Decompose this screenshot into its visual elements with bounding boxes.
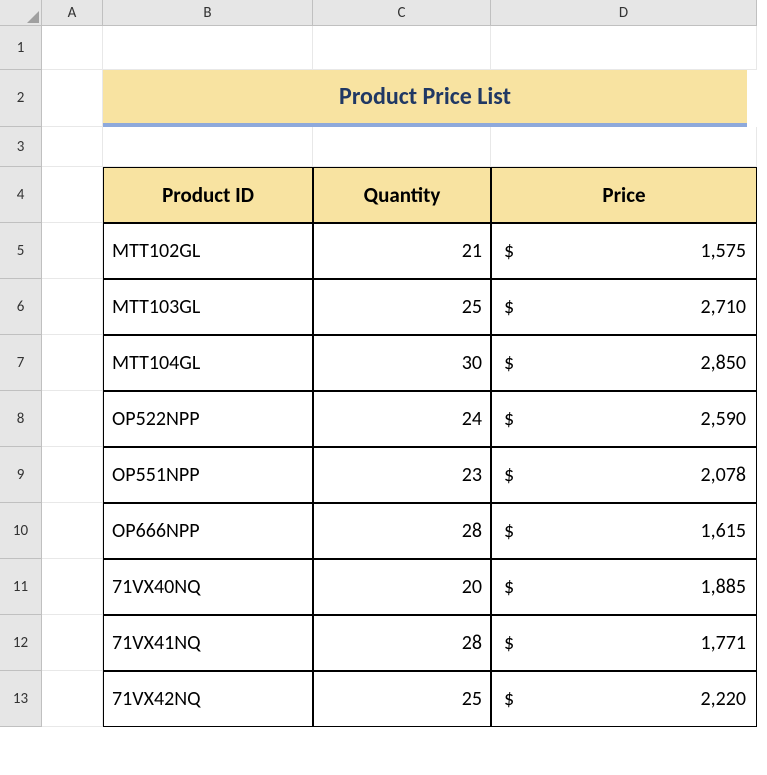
price-value: 1,885 <box>700 575 748 599</box>
currency-symbol: $ <box>500 351 514 375</box>
cell-d1[interactable] <box>491 26 757 70</box>
currency-symbol: $ <box>500 407 514 431</box>
col-header-c[interactable]: C <box>313 0 491 26</box>
row-header-12[interactable]: 12 <box>0 615 42 671</box>
price-value: 2,590 <box>700 407 748 431</box>
header-price[interactable]: Price <box>491 167 757 223</box>
header-quantity[interactable]: Quantity <box>313 167 491 223</box>
cell-quantity[interactable]: 24 <box>313 391 491 447</box>
price-value: 2,850 <box>700 351 748 375</box>
price-value: 2,220 <box>700 687 748 711</box>
cell-price[interactable]: $ 1,771 <box>491 615 757 671</box>
currency-symbol: $ <box>500 519 514 543</box>
cell-product-id[interactable]: 71VX41NQ <box>103 615 313 671</box>
title-cell[interactable]: Product Price List <box>103 70 747 127</box>
cell-product-id[interactable]: OP522NPP <box>103 391 313 447</box>
row-header-1[interactable]: 1 <box>0 26 42 70</box>
cell-price[interactable]: $ 2,220 <box>491 671 757 727</box>
cell-c3[interactable] <box>313 127 491 167</box>
currency-symbol: $ <box>500 463 514 487</box>
cell-a6[interactable] <box>42 279 103 335</box>
row-header-11[interactable]: 11 <box>0 559 42 615</box>
cell-price[interactable]: $ 2,850 <box>491 335 757 391</box>
cell-a3[interactable] <box>42 127 103 167</box>
cell-a8[interactable] <box>42 391 103 447</box>
select-all-corner[interactable] <box>0 0 42 26</box>
currency-symbol: $ <box>500 575 514 599</box>
currency-symbol: $ <box>500 239 514 263</box>
row-header-4[interactable]: 4 <box>0 167 42 223</box>
cell-quantity[interactable]: 28 <box>313 615 491 671</box>
row-header-3[interactable]: 3 <box>0 127 42 167</box>
cell-quantity[interactable]: 30 <box>313 335 491 391</box>
cell-a1[interactable] <box>42 26 103 70</box>
cell-a10[interactable] <box>42 503 103 559</box>
cell-quantity[interactable]: 23 <box>313 447 491 503</box>
cell-quantity[interactable]: 28 <box>313 503 491 559</box>
row-header-2[interactable]: 2 <box>0 70 42 127</box>
cell-product-id[interactable]: OP666NPP <box>103 503 313 559</box>
cell-product-id[interactable]: OP551NPP <box>103 447 313 503</box>
spreadsheet-grid: A B C D 1 2 Product Price List 3 4 Produ… <box>0 0 767 727</box>
cell-price[interactable]: $ 2,710 <box>491 279 757 335</box>
row-header-6[interactable]: 6 <box>0 279 42 335</box>
price-value: 1,575 <box>700 239 748 263</box>
price-value: 2,710 <box>700 295 748 319</box>
cell-b1[interactable] <box>103 26 313 70</box>
row-header-8[interactable]: 8 <box>0 391 42 447</box>
cell-price[interactable]: $ 1,615 <box>491 503 757 559</box>
cell-quantity[interactable]: 25 <box>313 279 491 335</box>
cell-a9[interactable] <box>42 447 103 503</box>
col-header-d[interactable]: D <box>491 0 757 26</box>
cell-quantity[interactable]: 20 <box>313 559 491 615</box>
currency-symbol: $ <box>500 687 514 711</box>
cell-a11[interactable] <box>42 559 103 615</box>
cell-c1[interactable] <box>313 26 491 70</box>
cell-quantity[interactable]: 21 <box>313 223 491 279</box>
row-header-10[interactable]: 10 <box>0 503 42 559</box>
price-value: 2,078 <box>700 463 748 487</box>
cell-product-id[interactable]: MTT102GL <box>103 223 313 279</box>
col-header-b[interactable]: B <box>103 0 313 26</box>
cell-price[interactable]: $ 1,575 <box>491 223 757 279</box>
cell-product-id[interactable]: 71VX40NQ <box>103 559 313 615</box>
cell-price[interactable]: $ 2,078 <box>491 447 757 503</box>
row-header-13[interactable]: 13 <box>0 671 42 727</box>
cell-a5[interactable] <box>42 223 103 279</box>
cell-a4[interactable] <box>42 167 103 223</box>
cell-price[interactable]: $ 2,590 <box>491 391 757 447</box>
price-value: 1,615 <box>700 519 748 543</box>
cell-a13[interactable] <box>42 671 103 727</box>
row-header-7[interactable]: 7 <box>0 335 42 391</box>
col-header-a[interactable]: A <box>42 0 103 26</box>
currency-symbol: $ <box>500 631 514 655</box>
cell-product-id[interactable]: MTT104GL <box>103 335 313 391</box>
cell-product-id[interactable]: 71VX42NQ <box>103 671 313 727</box>
currency-symbol: $ <box>500 295 514 319</box>
cell-b3[interactable] <box>103 127 313 167</box>
cell-price[interactable]: $ 1,885 <box>491 559 757 615</box>
cell-quantity[interactable]: 25 <box>313 671 491 727</box>
row-header-5[interactable]: 5 <box>0 223 42 279</box>
cell-a12[interactable] <box>42 615 103 671</box>
row-header-9[interactable]: 9 <box>0 447 42 503</box>
cell-a2[interactable] <box>42 70 103 127</box>
price-value: 1,771 <box>700 631 748 655</box>
cell-product-id[interactable]: MTT103GL <box>103 279 313 335</box>
header-product-id[interactable]: Product ID <box>103 167 313 223</box>
cell-d3[interactable] <box>491 127 757 167</box>
cell-a7[interactable] <box>42 335 103 391</box>
